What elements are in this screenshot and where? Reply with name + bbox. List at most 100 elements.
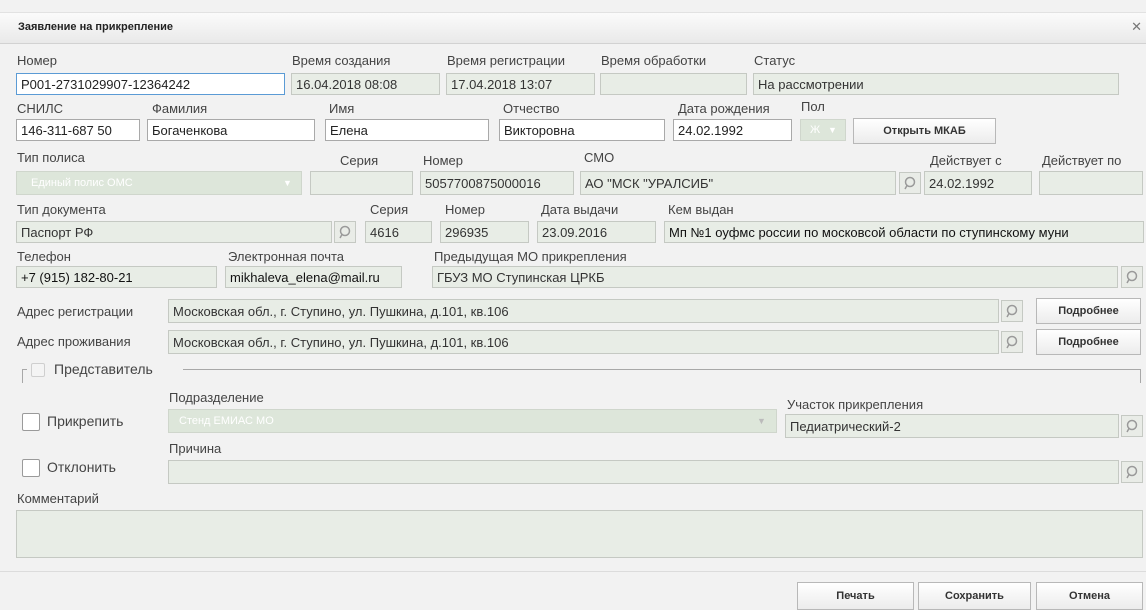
reg-address-search-button[interactable]: [1001, 300, 1023, 322]
chevron-down-icon: ▼: [283, 178, 292, 188]
snils-field[interactable]: [16, 119, 140, 141]
issued-by-label: Кем выдан: [668, 202, 734, 217]
live-address-details-button[interactable]: Подробнее: [1036, 329, 1141, 355]
search-icon: [1126, 465, 1138, 479]
search-icon: [1006, 335, 1018, 349]
live-address-field[interactable]: [168, 330, 999, 354]
search-icon: [1006, 304, 1018, 318]
prev-mo-field[interactable]: [432, 266, 1118, 288]
sex-label: Пол: [801, 99, 825, 114]
valid-to-label: Действует по: [1042, 153, 1122, 168]
issue-date-label: Дата выдачи: [541, 202, 619, 217]
area-search-button[interactable]: [1121, 415, 1143, 437]
reject-label: Отклонить: [47, 459, 116, 475]
policy-series-field[interactable]: [310, 171, 413, 195]
chevron-down-icon: ▼: [828, 125, 837, 135]
print-button[interactable]: Печать: [797, 582, 914, 610]
sex-value: Ж: [810, 124, 821, 136]
representative-fieldset: [22, 369, 1141, 383]
representative-label: Представитель: [54, 361, 153, 377]
registered-label: Время регистрации: [447, 53, 566, 68]
comment-field[interactable]: [16, 510, 1143, 558]
middlename-field[interactable]: [499, 119, 665, 141]
smo-label: СМО: [584, 150, 615, 165]
phone-field[interactable]: [16, 266, 217, 288]
reason-search-button[interactable]: [1121, 461, 1143, 483]
attach-checkbox[interactable]: [22, 413, 40, 431]
registered-field[interactable]: [446, 73, 595, 95]
search-icon: [339, 225, 351, 239]
reg-address-field[interactable]: [168, 299, 999, 323]
doc-series-field[interactable]: [365, 221, 432, 243]
sex-select[interactable]: Ж ▼: [800, 119, 846, 141]
policy-number-field[interactable]: [420, 171, 574, 195]
phone-label: Телефон: [17, 249, 71, 264]
close-icon[interactable]: ✕: [1131, 19, 1142, 35]
chevron-down-icon: ▼: [757, 416, 766, 426]
department-select[interactable]: Стенд ЕМИАС МО ▼: [168, 409, 777, 433]
dialog-titlebar: Заявление на прикрепление ✕: [0, 12, 1146, 44]
prev-mo-search-button[interactable]: [1121, 266, 1143, 288]
policy-type-select[interactable]: Единый полис ОМС ▼: [16, 171, 302, 195]
valid-to-field[interactable]: [1039, 171, 1143, 195]
department-label: Подразделение: [169, 390, 264, 405]
policy-number-label: Номер: [423, 153, 464, 168]
area-field[interactable]: [785, 414, 1119, 438]
reason-label: Причина: [169, 441, 222, 456]
save-button[interactable]: Сохранить: [918, 582, 1031, 610]
doc-type-search-button[interactable]: [334, 221, 356, 243]
representative-legend: Представитель: [27, 360, 183, 380]
created-field[interactable]: [291, 73, 440, 95]
birthdate-field[interactable]: [673, 119, 792, 141]
lastname-field[interactable]: [147, 119, 315, 141]
status-field[interactable]: [753, 73, 1119, 95]
email-label: Электронная почта: [228, 249, 345, 264]
live-address-search-button[interactable]: [1001, 331, 1023, 353]
search-icon: [904, 176, 916, 190]
reject-checkbox[interactable]: [22, 459, 40, 477]
dialog-title: Заявление на прикрепление: [18, 21, 173, 33]
doc-type-field[interactable]: [16, 221, 332, 243]
doc-number-field[interactable]: [440, 221, 529, 243]
reg-address-label: Адрес регистрации: [17, 304, 134, 319]
footer-divider: [0, 571, 1146, 572]
attach-label: Прикрепить: [47, 413, 124, 429]
lastname-label: Фамилия: [152, 101, 208, 116]
live-address-label: Адрес проживания: [17, 334, 131, 349]
policy-series-label: Серия: [340, 153, 379, 168]
snils-label: СНИЛС: [17, 101, 64, 116]
reason-field[interactable]: [168, 460, 1119, 484]
prev-mo-label: Предыдущая МО прикрепления: [434, 249, 627, 264]
search-icon: [1126, 270, 1138, 284]
valid-from-label: Действует с: [930, 153, 1002, 168]
area-label: Участок прикрепления: [787, 397, 924, 412]
comment-label: Комментарий: [17, 491, 99, 506]
birthdate-label: Дата рождения: [678, 101, 770, 116]
number-label: Номер: [17, 53, 58, 68]
open-mkab-button[interactable]: Открыть МКАБ: [853, 118, 996, 144]
middlename-label: Отчество: [503, 101, 560, 116]
processed-field[interactable]: [600, 73, 747, 95]
policy-type-label: Тип полиса: [17, 150, 85, 165]
email-field[interactable]: [225, 266, 402, 288]
smo-field[interactable]: [580, 171, 896, 195]
policy-type-value: Единый полис ОМС: [31, 177, 133, 189]
representative-checkbox[interactable]: [31, 363, 45, 377]
valid-from-field[interactable]: [924, 171, 1032, 195]
processed-label: Время обработки: [601, 53, 707, 68]
attachment-application-dialog: Заявление на прикрепление ✕ Номер Время …: [0, 0, 1146, 610]
doc-number-label: Номер: [445, 202, 486, 217]
search-icon: [1126, 419, 1138, 433]
cancel-button[interactable]: Отмена: [1036, 582, 1143, 610]
created-label: Время создания: [292, 53, 391, 68]
smo-search-button[interactable]: [899, 172, 921, 194]
issued-by-field[interactable]: [664, 221, 1144, 243]
number-field[interactable]: [16, 73, 285, 95]
issue-date-field[interactable]: [537, 221, 656, 243]
department-value: Стенд ЕМИАС МО: [179, 415, 274, 427]
doc-type-label: Тип документа: [17, 202, 106, 217]
status-label: Статус: [754, 53, 796, 68]
doc-series-label: Серия: [370, 202, 409, 217]
reg-address-details-button[interactable]: Подробнее: [1036, 298, 1141, 324]
firstname-field[interactable]: [325, 119, 489, 141]
